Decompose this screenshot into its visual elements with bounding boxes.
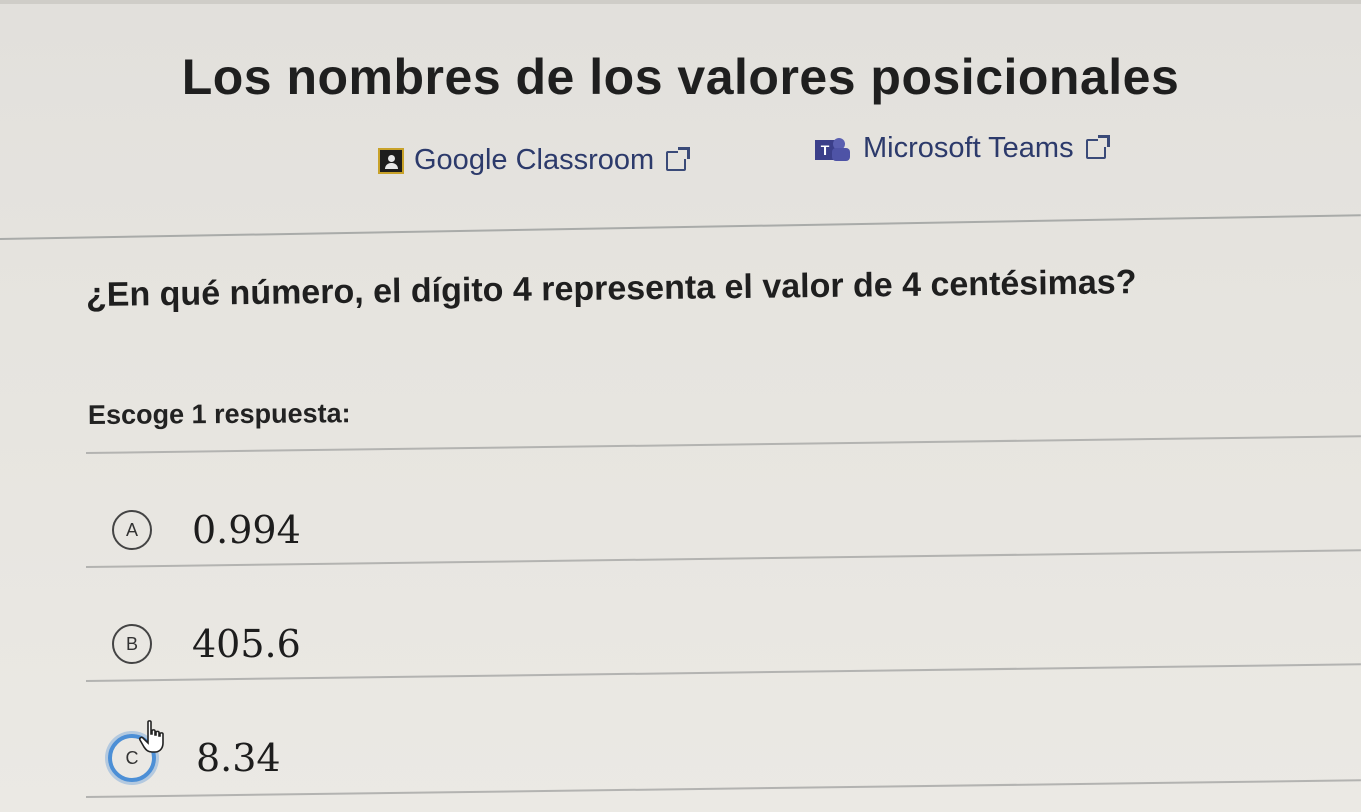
option-value: 405.6 bbox=[192, 622, 301, 666]
answer-option-b[interactable]: B 405.6 bbox=[112, 622, 301, 666]
question-prompt: ¿En qué número, el dígito 4 representa e… bbox=[85, 263, 1137, 314]
option-letter-badge: A bbox=[112, 510, 152, 550]
google-classroom-label: Google Classroom bbox=[414, 144, 655, 176]
external-link-icon bbox=[666, 146, 691, 171]
option-divider bbox=[85, 663, 1361, 682]
microsoft-teams-label: Microsoft Teams bbox=[863, 132, 1074, 164]
answer-option-a[interactable]: A 0.994 bbox=[112, 508, 301, 552]
header-divider bbox=[0, 214, 1361, 240]
top-border bbox=[0, 0, 1361, 4]
option-divider bbox=[85, 779, 1361, 798]
microsoft-teams-icon: T bbox=[815, 136, 853, 162]
google-classroom-link[interactable]: Google Classroom bbox=[378, 144, 691, 177]
share-links: Google Classroom T Microsoft Teams bbox=[0, 132, 1361, 184]
google-classroom-icon bbox=[378, 147, 404, 174]
answer-instruction: Escoge 1 respuesta: bbox=[87, 398, 351, 430]
microsoft-teams-link[interactable]: T Microsoft Teams bbox=[815, 132, 1110, 165]
exercise-page: Los nombres de los valores posicionales … bbox=[0, 0, 1361, 812]
page-title: Los nombres de los valores posicionales bbox=[181, 49, 1180, 105]
hand-pointer-icon bbox=[138, 720, 164, 753]
external-link-icon bbox=[1085, 134, 1110, 159]
option-value: 0.994 bbox=[192, 508, 301, 552]
option-letter-badge: B bbox=[112, 624, 152, 664]
option-divider bbox=[85, 435, 1361, 454]
option-divider bbox=[85, 549, 1361, 568]
option-value: 8.34 bbox=[196, 736, 281, 780]
